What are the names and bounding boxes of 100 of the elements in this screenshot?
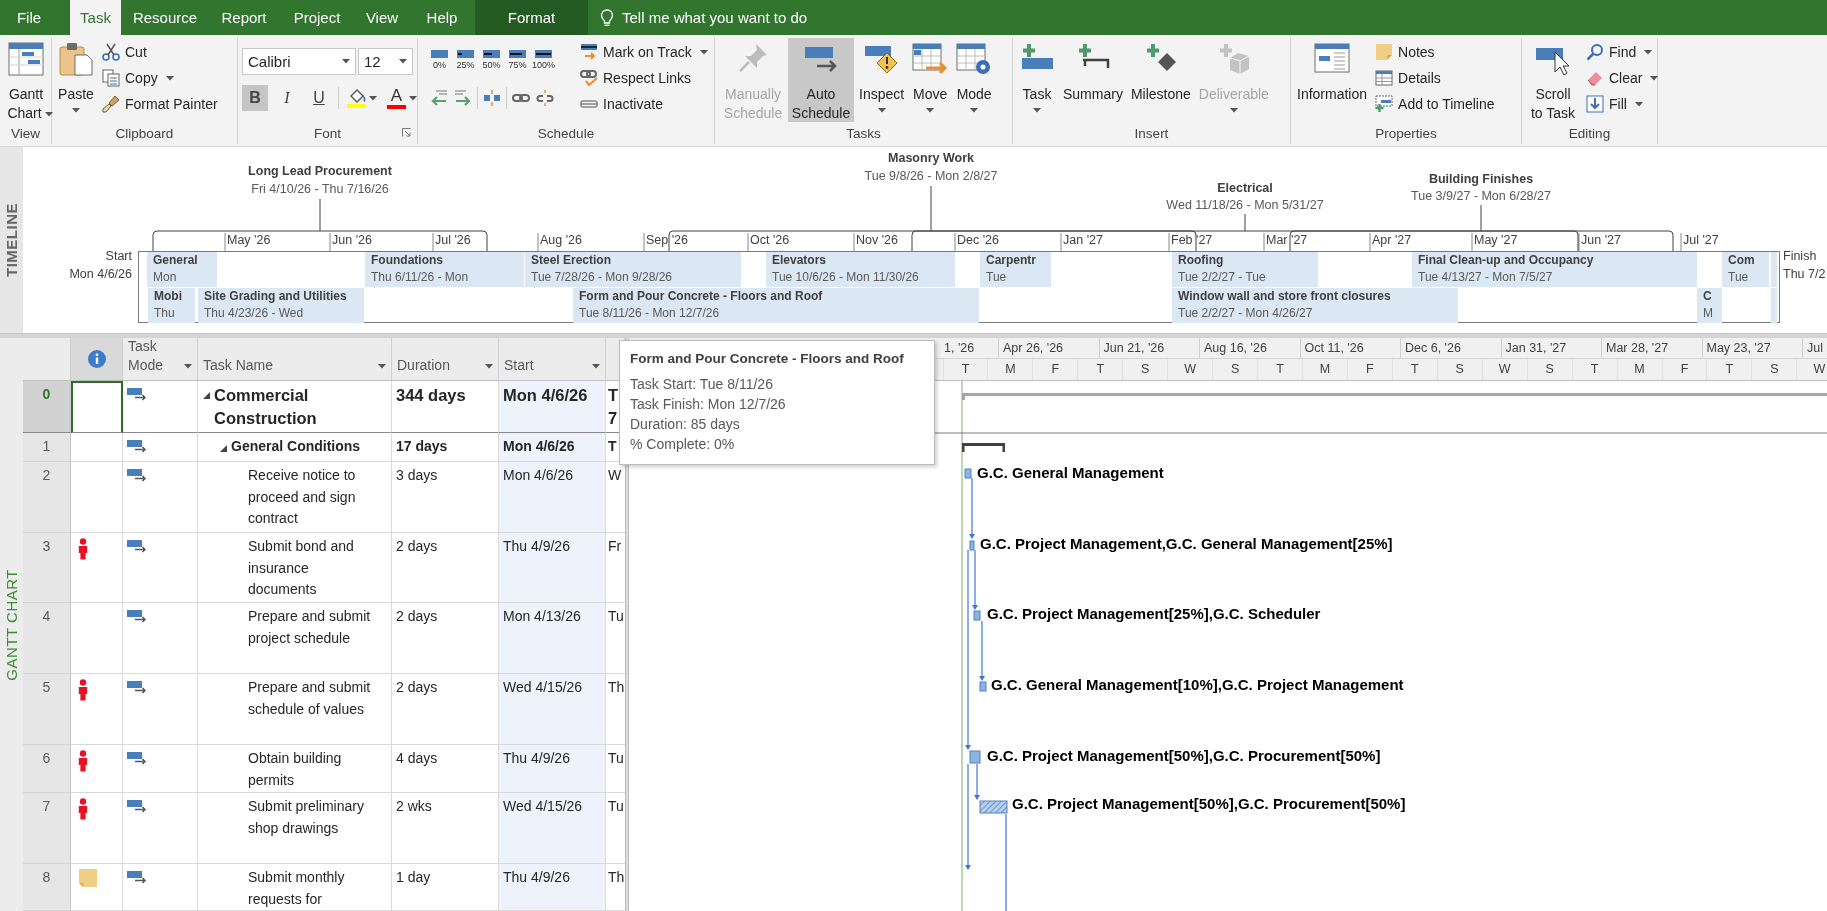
inactivate-button[interactable]: Inactivate	[577, 91, 711, 117]
row-number[interactable]: 5	[23, 674, 71, 745]
summary-bar[interactable]	[962, 443, 1005, 452]
timescale-label: T	[1096, 362, 1105, 376]
row-number[interactable]: 1	[23, 433, 71, 462]
details-button[interactable]: Details	[1372, 65, 1498, 91]
clear-button[interactable]: Clear	[1583, 65, 1662, 91]
triangle-icon[interactable]	[220, 445, 227, 452]
format-painter-button[interactable]: Format Painter	[99, 91, 221, 117]
timeline-bar[interactable]: Window wall and store front closures Tue 2/2/27 - Mon 4/26/27	[1172, 288, 1458, 323]
information-button[interactable]: Information	[1294, 38, 1371, 122]
timeline-bar[interactable]: C M	[1697, 288, 1722, 323]
task-bar[interactable]	[964, 468, 972, 479]
summary-button[interactable]: Summary	[1060, 38, 1126, 122]
column-header[interactable]: Start	[499, 338, 606, 380]
task-bar[interactable]	[979, 800, 1008, 814]
row-number[interactable]: 2	[23, 462, 71, 533]
progress-bar-icon	[431, 50, 448, 59]
ribbon-tab[interactable]: View	[355, 0, 409, 35]
inspect-button[interactable]: Inspect	[856, 38, 908, 122]
percent-complete-button[interactable]: 100%	[533, 50, 554, 71]
mode-button[interactable]: Mode	[953, 38, 996, 122]
project-summary-bar[interactable]	[962, 393, 1827, 400]
ribbon-tab[interactable]: Help	[409, 0, 475, 35]
gantt-chart-button[interactable]: Gantt Chart	[0, 38, 52, 122]
outdent-button[interactable]	[429, 88, 449, 108]
timeline-bar-dates: Tue 7/28/26 - Mon 9/28/26	[531, 269, 672, 286]
ribbon-tab[interactable]: Project	[279, 0, 355, 35]
auto-schedule-button[interactable]: Auto Schedule	[788, 38, 854, 122]
font-color-button[interactable]: A	[385, 85, 419, 111]
unlink-tasks-button[interactable]	[535, 88, 555, 108]
scroll-to-task-button[interactable]: Scroll to Task	[1525, 38, 1581, 122]
row-number[interactable]: 8	[23, 864, 71, 911]
timeline-bar[interactable]: General Mon	[147, 252, 217, 287]
underline-button[interactable]: U	[306, 85, 332, 111]
cut-button[interactable]: Cut	[99, 39, 221, 65]
row-number[interactable]: 0	[23, 381, 71, 433]
timeline-bar-dates: Thu	[154, 305, 175, 322]
column-header[interactable]: Task Name	[198, 338, 392, 380]
caret-icon	[877, 108, 886, 113]
timescale-label: T	[1590, 362, 1599, 376]
ribbon-tab[interactable]: Resource	[121, 0, 209, 35]
column-header[interactable]: Task Mode	[123, 338, 198, 380]
pages-icon	[102, 69, 120, 87]
split-task-button[interactable]	[482, 88, 502, 108]
row-number[interactable]: 3	[23, 533, 71, 603]
mark-on-track-button[interactable]: Mark on Track	[577, 39, 711, 65]
triangle-icon[interactable]	[203, 392, 210, 399]
timeline-bar[interactable]: Foundations Thu 6/11/26 - Mon	[365, 252, 524, 287]
timeline-bar[interactable]: Steel Erection Tue 7/28/26 - Mon 9/28/26	[525, 252, 741, 287]
find-button[interactable]: Find	[1583, 39, 1662, 65]
timeline-bar-dates: M	[1703, 305, 1713, 322]
task-bar[interactable]	[973, 610, 981, 621]
dialog-launcher-icon[interactable]	[402, 128, 411, 137]
timescale-label: S	[1455, 362, 1464, 376]
task-bar[interactable]	[979, 681, 987, 692]
timeline-bar[interactable]: Roofing Tue 2/2/27 - Tue	[1172, 252, 1318, 287]
callout-title: Building Finishes	[1428, 171, 1534, 188]
copy-button[interactable]: Copy	[99, 65, 221, 91]
duration-value: 2 wks	[396, 798, 432, 814]
file-menu-button[interactable]: File	[0, 0, 58, 35]
italic-button[interactable]: I	[274, 85, 300, 111]
milestone-button[interactable]: Milestone	[1127, 38, 1194, 122]
add-to-timeline-button[interactable]: Add to Timeline	[1372, 91, 1498, 117]
timeline-bar[interactable]: Com Tue	[1722, 252, 1769, 287]
bold-button[interactable]: B	[242, 85, 268, 111]
timeline-bar[interactable]: Site Grading and Utilities Thu 4/23/26 - Wed	[198, 288, 364, 323]
timeline-bar[interactable]: Carpentr Tue	[980, 252, 1051, 287]
percent-complete-button[interactable]: 0%	[429, 50, 450, 71]
percent-complete-button[interactable]: 50%	[481, 50, 502, 71]
insert-task-button[interactable]: Task	[1016, 38, 1058, 122]
leader-line	[1480, 204, 1482, 232]
ribbon-tab[interactable]: Report	[209, 0, 279, 35]
notes-button[interactable]: Notes	[1372, 39, 1498, 65]
task-bar[interactable]	[969, 540, 975, 551]
task-bar[interactable]	[969, 750, 981, 764]
move-button[interactable]: Move	[909, 38, 952, 122]
percent-complete-button[interactable]: 75%	[507, 50, 528, 71]
row-number[interactable]: 7	[23, 793, 71, 864]
timeline-bar[interactable]: Form and Pour Concrete - Floors and Roof Tue 8/11/26 - Mon 12/7/26	[573, 288, 979, 323]
row-number[interactable]: 4	[23, 603, 71, 674]
timescale-label: T	[1411, 362, 1419, 376]
timeline-bar[interactable]: Elevators Tue 10/6/26 - Mon 11/30/26	[766, 252, 955, 287]
tell-me-field[interactable]: Tell me what you want to do	[622, 7, 854, 28]
timeline-bar[interactable]: Final Clean-up and Occupancy Tue 4/13/27 - Mon 7/5/27	[1412, 252, 1697, 287]
active-cell[interactable]	[71, 381, 123, 433]
timeline-bar[interactable]: Mobi Thu	[148, 288, 195, 323]
row-number[interactable]: 6	[23, 745, 71, 793]
font-name-field[interactable]: Calibri	[242, 48, 356, 75]
font-size-field[interactable]: 12	[358, 48, 413, 75]
respect-links-button[interactable]: Respect Links	[577, 65, 711, 91]
fill-button[interactable]: Fill	[1583, 91, 1662, 117]
task-name: Prepare and submit project schedule	[248, 607, 372, 648]
column-header[interactable]: Duration	[392, 338, 499, 380]
percent-complete-button[interactable]: 25%	[455, 50, 476, 71]
ribbon-tab[interactable]: Task	[70, 0, 121, 35]
indent-button[interactable]	[453, 88, 473, 108]
ribbon-tab[interactable]: Format	[475, 0, 588, 35]
column-header[interactable]	[71, 338, 123, 380]
paste-button[interactable]: Paste	[55, 38, 97, 122]
